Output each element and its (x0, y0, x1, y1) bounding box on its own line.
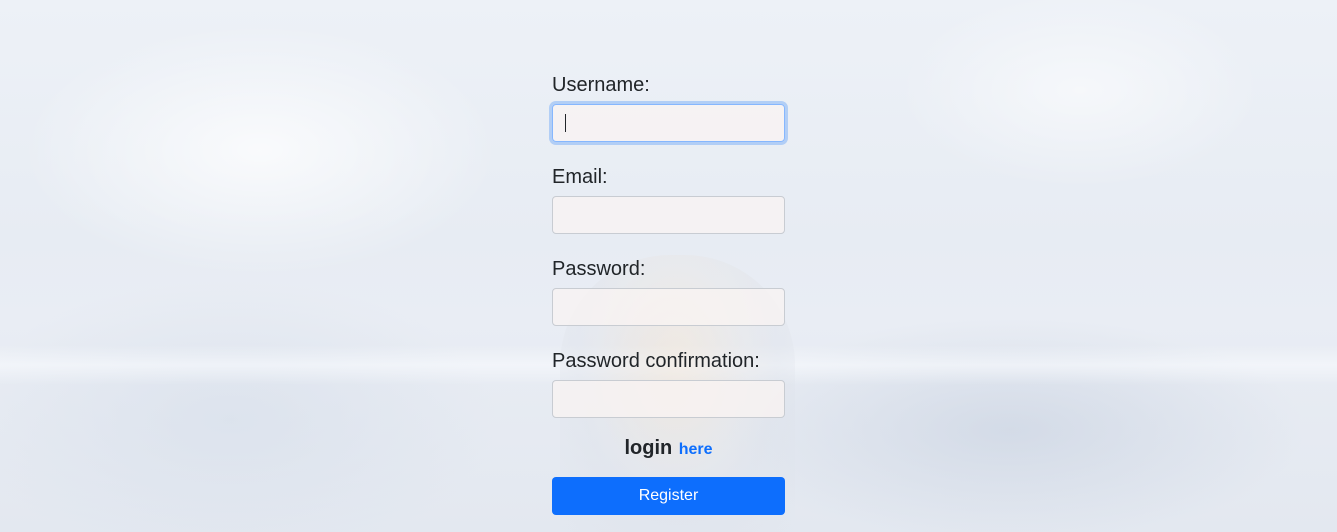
password-confirmation-input[interactable] (552, 380, 785, 418)
login-text: login (624, 437, 673, 459)
username-field-wrapper (552, 104, 785, 142)
email-label: Email: (552, 166, 608, 188)
login-here-link[interactable]: here (679, 441, 713, 458)
password-confirmation-label: Password confirmation: (552, 350, 760, 372)
password-label: Password: (552, 258, 646, 280)
username-input[interactable] (552, 104, 785, 142)
email-input[interactable] (552, 196, 785, 234)
register-button[interactable]: Register (552, 477, 785, 515)
password-input[interactable] (552, 288, 785, 326)
username-label: Username: (552, 74, 650, 96)
login-prompt: login here (552, 434, 785, 462)
text-cursor (565, 114, 566, 132)
register-form: Username: Email: Password: Password conf… (552, 72, 785, 515)
